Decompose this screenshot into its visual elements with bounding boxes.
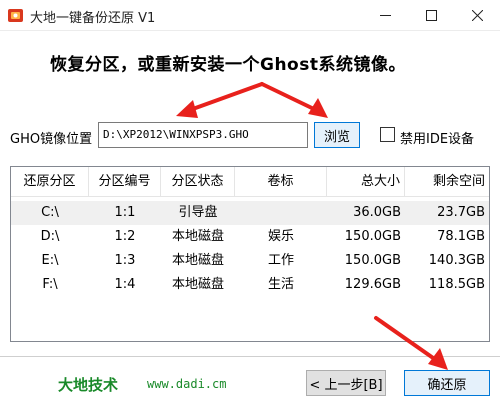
cell-volume: 生活 <box>267 277 294 292</box>
cell-drive: F:\ <box>42 277 58 292</box>
table-row[interactable]: F:\ 1:4 本地磁盘 生活 129.6GB 118.5GB <box>11 273 489 297</box>
cell-free: 118.5GB <box>428 277 485 292</box>
browse-button[interactable]: 浏览 <box>314 122 360 148</box>
column-header-partition-status[interactable]: 分区状态 <box>161 167 235 197</box>
table-row[interactable]: E:\ 1:3 本地磁盘 工作 150.0GB 140.3GB <box>11 249 489 273</box>
app-icon <box>7 7 24 24</box>
cell-total: 129.6GB <box>344 277 401 292</box>
cell-status: 本地磁盘 <box>171 229 224 244</box>
cell-drive: E:\ <box>41 253 59 268</box>
cell-volume: 工作 <box>267 253 294 268</box>
window-title: 大地一键备份还原 V1 <box>30 11 156 26</box>
cell-status: 本地磁盘 <box>171 277 224 292</box>
cell-free: 140.3GB <box>428 253 485 268</box>
partition-table[interactable]: 还原分区 分区编号 分区状态 卷标 总大小 剩余空间 C:\ 1:1 引导盘 3… <box>10 166 490 342</box>
previous-step-button[interactable]: < 上一步[B] <box>306 370 386 396</box>
website-link[interactable]: www.dadi.cm <box>147 377 226 391</box>
disable-ide-label: 禁用IDE设备 <box>400 132 475 147</box>
arrow-to-browse-button-icon <box>260 82 328 118</box>
footer-divider <box>0 356 500 357</box>
gho-path-input[interactable]: D:\XP2012\WINXPSP3.GHO <box>98 122 308 148</box>
column-header-total-size[interactable]: 总大小 <box>327 167 405 197</box>
cell-drive: C:\ <box>41 205 59 220</box>
page-title: 恢复分区，或重新安装一个Ghost系统镜像。 <box>50 55 406 75</box>
arrow-to-path-input-icon <box>176 82 264 118</box>
column-header-restore-partition[interactable]: 还原分区 <box>11 167 89 197</box>
cell-number: 1:4 <box>114 277 136 292</box>
cell-volume: 娱乐 <box>267 229 294 244</box>
column-header-volume-label[interactable]: 卷标 <box>235 167 327 197</box>
table-header: 还原分区 分区编号 分区状态 卷标 总大小 剩余空间 <box>11 167 489 197</box>
cell-number: 1:1 <box>114 205 136 220</box>
close-button[interactable] <box>454 0 500 31</box>
cell-free: 23.7GB <box>437 205 485 220</box>
table-row[interactable]: D:\ 1:2 本地磁盘 娱乐 150.0GB 78.1GB <box>11 225 489 249</box>
column-header-free-space[interactable]: 剩余空间 <box>405 167 489 197</box>
restore-button[interactable]: 确还原 <box>404 370 490 396</box>
cell-total: 150.0GB <box>344 229 401 244</box>
cell-drive: D:\ <box>40 229 60 244</box>
cell-volume <box>235 201 327 225</box>
minimize-icon <box>379 15 391 16</box>
table-row[interactable]: C:\ 1:1 引导盘 36.0GB 23.7GB <box>11 201 489 225</box>
cell-status: 本地磁盘 <box>171 253 224 268</box>
cell-status: 引导盘 <box>178 205 218 220</box>
brand-name: 大地技术 <box>58 376 119 394</box>
cell-number: 1:2 <box>114 229 136 244</box>
cell-total: 36.0GB <box>353 205 401 220</box>
maximize-button[interactable] <box>408 0 454 31</box>
cell-number: 1:3 <box>114 253 136 268</box>
close-icon <box>471 10 483 21</box>
title-bar: 大地一键备份还原 V1 <box>0 0 500 31</box>
gho-location-label: GHO镜像位置 <box>10 132 93 147</box>
maximize-icon <box>425 10 437 21</box>
minimize-button[interactable] <box>362 0 408 31</box>
disable-ide-checkbox[interactable] <box>380 127 395 142</box>
column-header-partition-number[interactable]: 分区编号 <box>89 167 161 197</box>
cell-free: 78.1GB <box>437 229 485 244</box>
cell-total: 150.0GB <box>344 253 401 268</box>
